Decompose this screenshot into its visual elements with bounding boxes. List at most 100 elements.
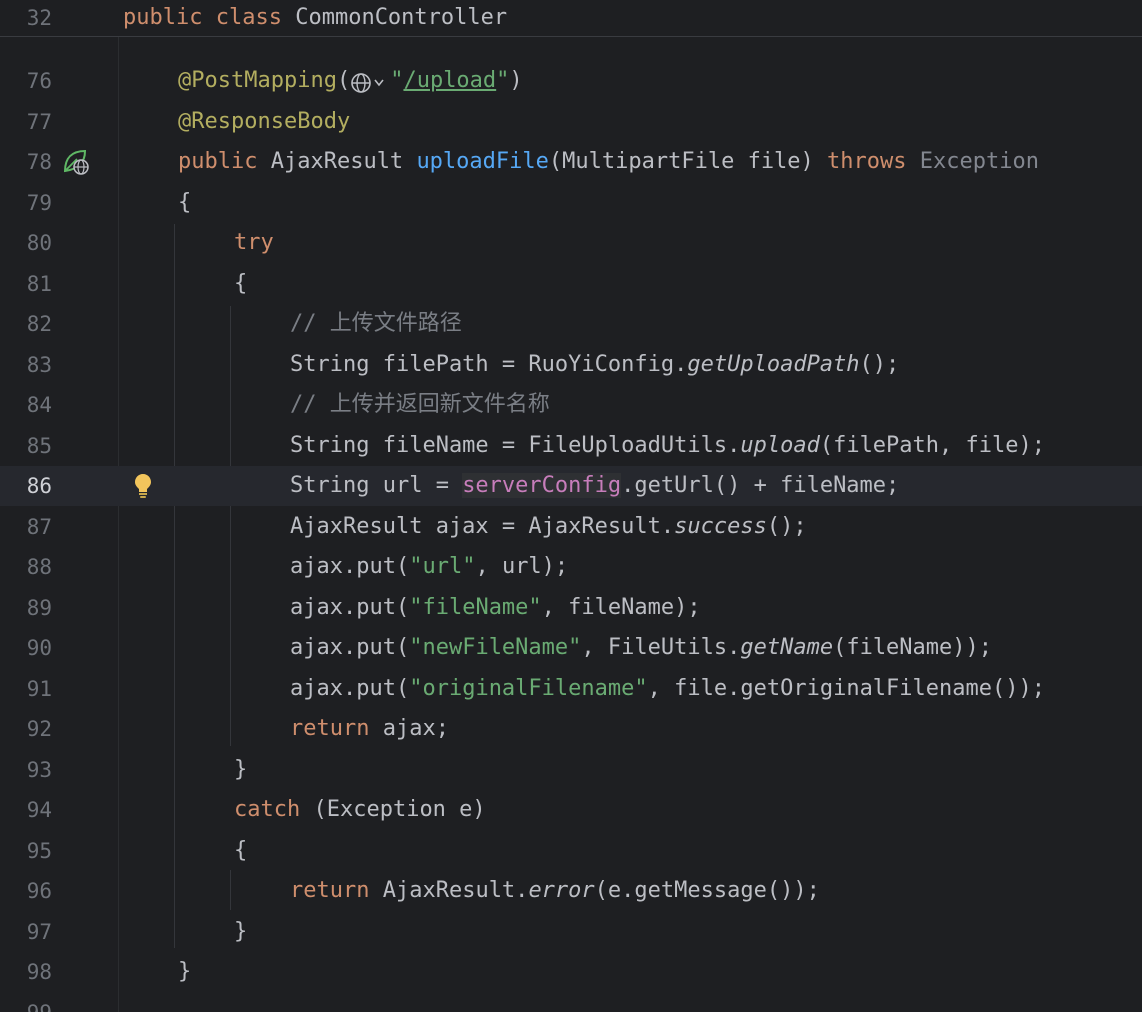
code-line[interactable]: 96 return AjaxResult.error(e.getMessage(… xyxy=(0,871,1142,911)
line-number: 85 xyxy=(26,434,52,458)
parameters: (MultipartFile file) xyxy=(548,149,828,174)
code-line[interactable]: 98 } xyxy=(0,952,1142,992)
keyword: public xyxy=(123,5,203,30)
code-line[interactable]: 92 return ajax; xyxy=(0,709,1142,749)
code-text: String url = serverConfig.getUrl() + fil… xyxy=(290,466,899,506)
code-line[interactable]: 80 try xyxy=(0,223,1142,263)
class-name: CommonController xyxy=(295,5,508,30)
string-literal: "originalFilename" xyxy=(409,676,648,701)
line-number: 97 xyxy=(26,920,52,944)
line-number: 77 xyxy=(26,110,52,134)
brace: { xyxy=(178,190,192,215)
code-segment: ajax.put( xyxy=(290,595,410,620)
brace: } xyxy=(178,959,192,984)
comment: // 上传并返回新文件名称 xyxy=(290,392,550,417)
code-segment: , fileName); xyxy=(541,595,701,620)
line-number: 79 xyxy=(26,191,52,215)
return-type: AjaxResult xyxy=(257,149,417,174)
code-segment: (filePath, file); xyxy=(819,433,1045,458)
highlighted-field[interactable]: serverConfig xyxy=(462,473,622,498)
line-number: 87 xyxy=(26,515,52,539)
code-segment: (Exception e) xyxy=(300,797,486,822)
code-line[interactable]: 79 { xyxy=(0,183,1142,223)
annotation: @ResponseBody xyxy=(178,109,351,134)
code-text: return ajax; xyxy=(290,709,449,749)
line-number: 78 xyxy=(26,150,52,174)
code-text: String filePath = RuoYiConfig.getUploadP… xyxy=(290,345,899,385)
line-number: 82 xyxy=(26,312,52,336)
code-line[interactable]: 90 ajax.put("newFileName", FileUtils.get… xyxy=(0,628,1142,668)
sticky-code: public class CommonController xyxy=(123,0,507,36)
code-line[interactable]: 95 { xyxy=(0,831,1142,871)
keyword: throws xyxy=(827,149,907,174)
quote: " xyxy=(496,68,510,93)
web-endpoint-icon[interactable] xyxy=(62,148,90,176)
brace: } xyxy=(234,919,248,944)
brace: } xyxy=(234,757,248,782)
string-literal: "fileName" xyxy=(409,595,542,620)
method-name[interactable]: uploadFile xyxy=(416,149,548,174)
line-number: 92 xyxy=(26,717,52,741)
line-number: 32 xyxy=(26,6,52,30)
code-line[interactable]: 78 public AjaxResult uploadFile(Multipar… xyxy=(0,142,1142,182)
code-line[interactable]: 83 String filePath = RuoYiConfig.getUplo… xyxy=(0,345,1142,385)
code-text: @PostMapping("/upload") xyxy=(178,61,523,101)
code-segment: , FileUtils. xyxy=(581,635,741,660)
url-path-link[interactable]: /upload xyxy=(403,68,496,93)
code-segment: ajax.put( xyxy=(290,635,410,660)
code-line[interactable]: 77 @ResponseBody xyxy=(0,102,1142,142)
keyword: return xyxy=(290,878,370,903)
code-segment: (fileName)); xyxy=(833,635,993,660)
code-text: ajax.put("url", url); xyxy=(290,547,568,587)
line-number: 96 xyxy=(26,879,52,903)
code-line[interactable]: 76 @PostMapping("/upload") xyxy=(0,61,1142,101)
code-line[interactable]: 88 ajax.put("url", url); xyxy=(0,547,1142,587)
code-segment: AjaxResult. xyxy=(369,878,529,903)
globe-dropdown-icon[interactable] xyxy=(350,69,390,93)
static-call: error xyxy=(528,878,595,903)
code-line[interactable]: 84 // 上传并返回新文件名称 xyxy=(0,385,1142,425)
keyword: catch xyxy=(234,797,301,822)
line-number: 90 xyxy=(26,636,52,660)
code-line[interactable]: 94 catch (Exception e) xyxy=(0,790,1142,830)
code-line[interactable]: 91 ajax.put("originalFilename", file.get… xyxy=(0,669,1142,709)
line-number: 91 xyxy=(26,677,52,701)
code-segment: ajax.put( xyxy=(290,676,410,701)
code-line[interactable]: 87 AjaxResult ajax = AjaxResult.success(… xyxy=(0,507,1142,547)
code-segment: (e.getMessage()); xyxy=(594,878,820,903)
lightbulb-icon[interactable] xyxy=(134,473,152,499)
code-segment: String fileName = FileUploadUtils. xyxy=(290,433,741,458)
code-line-partial: 99 xyxy=(0,993,1142,1012)
line-number: 88 xyxy=(26,555,52,579)
code-segment: String filePath = RuoYiConfig. xyxy=(290,352,688,377)
keyword: try xyxy=(234,230,274,255)
code-segment: String url = xyxy=(290,473,463,498)
code-text: ajax.put("fileName", fileName); xyxy=(290,588,701,628)
static-call: getUploadPath xyxy=(687,352,860,377)
code-text: catch (Exception e) xyxy=(234,790,486,830)
code-line-current[interactable]: 86 String url = serverConfig.getUrl() + … xyxy=(0,466,1142,506)
keyword: return xyxy=(290,716,370,741)
code-line[interactable]: 97 } xyxy=(0,912,1142,952)
code-line[interactable]: 81 { xyxy=(0,264,1142,304)
brace: { xyxy=(234,271,248,296)
code-text: ajax.put("newFileName", FileUtils.getNam… xyxy=(290,628,992,668)
code-text: String fileName = FileUploadUtils.upload… xyxy=(290,426,1045,466)
paren: ( xyxy=(336,68,351,93)
static-call: upload xyxy=(740,433,820,458)
code-segment: , file.getOriginalFilename()); xyxy=(647,676,1045,701)
code-editor[interactable]: 32 public class CommonController 75 */ 7… xyxy=(0,0,1142,1012)
sticky-class-header[interactable]: 32 public class CommonController xyxy=(0,0,1142,37)
code-line[interactable]: 85 String fileName = FileUploadUtils.upl… xyxy=(0,426,1142,466)
code-line[interactable]: 82 // 上传文件路径 xyxy=(0,304,1142,344)
line-number: 76 xyxy=(26,69,52,93)
line-number: 81 xyxy=(26,272,52,296)
static-call: getName xyxy=(740,635,834,660)
line-number: 89 xyxy=(26,596,52,620)
static-call: success xyxy=(674,514,767,539)
code-line[interactable]: 89 ajax.put("fileName", fileName); xyxy=(0,588,1142,628)
brace: { xyxy=(234,838,248,863)
line-number: 94 xyxy=(26,798,52,822)
exception-type: Exception xyxy=(906,149,1039,174)
code-line[interactable]: 93 } xyxy=(0,750,1142,790)
